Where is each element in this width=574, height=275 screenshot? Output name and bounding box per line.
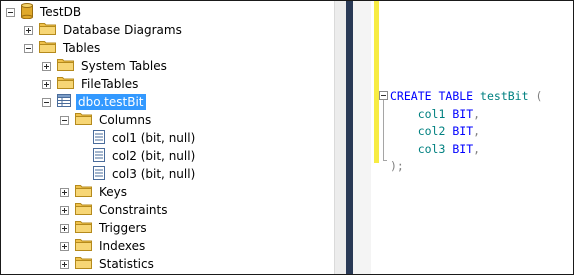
table-icon — [57, 94, 71, 110]
open-paren: ( — [535, 89, 543, 103]
folder-icon — [75, 238, 92, 254]
column-icon — [93, 147, 105, 165]
folder-icon — [75, 202, 92, 218]
tree-label-filetables: FileTables — [81, 77, 139, 91]
close-paren: ); — [390, 159, 404, 173]
folder-icon — [75, 220, 92, 236]
tree-node-column[interactable]: col1 (bit, null) — [78, 129, 197, 147]
collapse-toggle[interactable] — [42, 97, 51, 107]
code-line: col3 BIT, — [390, 141, 542, 159]
query-editor[interactable]: CREATE TABLE testBit ( col1 BIT, col2 BI… — [353, 1, 573, 274]
fold-collapse-icon[interactable] — [379, 91, 388, 100]
collapse-toggle[interactable] — [6, 7, 15, 17]
tree-label-indexes: Indexes — [99, 239, 146, 253]
editor-gutter — [353, 1, 371, 274]
expand-toggle[interactable] — [60, 223, 69, 233]
code-block[interactable]: CREATE TABLE testBit ( col1 BIT, col2 BI… — [390, 88, 542, 176]
expand-toggle[interactable] — [60, 187, 69, 197]
code-line: col1 BIT, — [390, 106, 542, 124]
folder-icon — [39, 40, 56, 56]
tree-label-table-testbit: dbo.testBit — [76, 94, 146, 110]
tree-label-constraints: Constraints — [99, 203, 168, 217]
tree-node-database[interactable]: TestDB — [6, 2, 83, 22]
tree-label-triggers: Triggers — [99, 221, 147, 235]
expand-toggle[interactable] — [42, 61, 51, 71]
folder-icon — [39, 22, 56, 38]
folder-icon — [57, 58, 74, 74]
tree-label-column: col2 (bit, null) — [112, 149, 196, 163]
object-explorer-tree[interactable]: TestDB Database Diagrams Tables System T… — [1, 1, 334, 274]
expand-toggle[interactable] — [24, 25, 33, 35]
folder-icon — [57, 76, 74, 92]
tree-label-keys: Keys — [99, 185, 128, 199]
tree-node-triggers[interactable]: Triggers — [60, 219, 149, 237]
tree-node-database-diagrams[interactable]: Database Diagrams — [24, 21, 184, 39]
tree-node-constraints[interactable]: Constraints — [60, 201, 169, 219]
tree-node-statistics[interactable]: Statistics — [60, 255, 156, 273]
table-identifier: testBit — [480, 89, 529, 103]
folder-icon — [75, 256, 92, 272]
expand-toggle[interactable] — [60, 259, 69, 269]
folder-icon — [75, 112, 92, 128]
tree-node-keys[interactable]: Keys — [60, 183, 129, 201]
expand-toggle[interactable] — [60, 205, 69, 215]
tree-node-filetables[interactable]: FileTables — [42, 75, 140, 93]
folder-icon — [75, 184, 92, 200]
column-separator: , — [473, 124, 481, 138]
column-icon — [93, 129, 105, 147]
tree-node-column[interactable]: col2 (bit, null) — [78, 147, 197, 165]
column-type: BIT — [452, 124, 474, 138]
code-line: CREATE TABLE testBit ( — [390, 88, 542, 106]
tree-label-column: col1 (bit, null) — [112, 131, 196, 145]
change-tracking-marker — [374, 1, 379, 163]
tree-label-system-tables: System Tables — [81, 59, 167, 73]
tree-node-system-tables[interactable]: System Tables — [42, 57, 169, 75]
tree-label-database: TestDB — [40, 5, 82, 19]
tree-label-database-diagrams: Database Diagrams — [63, 23, 182, 37]
tree-node-indexes[interactable]: Indexes — [60, 237, 147, 255]
fold-guide-end — [383, 160, 387, 161]
tree-node-tables[interactable]: Tables — [24, 39, 102, 57]
tree-node-column[interactable]: col3 (bit, null) — [78, 165, 197, 183]
column-identifier: col3 — [417, 141, 446, 156]
column-identifier: col2 — [417, 124, 446, 138]
collapse-toggle[interactable] — [24, 43, 33, 53]
column-type: BIT — [452, 106, 474, 121]
tree-node-columns[interactable]: Columns — [60, 111, 153, 129]
window-divider — [346, 1, 353, 274]
screenshot-frame: TestDB Database Diagrams Tables System T… — [0, 0, 574, 275]
code-line: col2 BIT, — [390, 123, 542, 141]
tree-node-table-testbit[interactable]: dbo.testBit — [42, 93, 146, 111]
fold-guide — [383, 100, 384, 161]
column-icon — [93, 165, 105, 183]
expand-toggle[interactable] — [42, 79, 51, 89]
keyword-table: TABLE — [438, 89, 474, 103]
column-identifier: col1 — [417, 106, 446, 121]
column-separator: , — [473, 141, 481, 156]
expand-toggle[interactable] — [60, 241, 69, 251]
column-type: BIT — [452, 141, 474, 156]
tree-label-column: col3 (bit, null) — [112, 167, 196, 181]
tree-label-statistics: Statistics — [99, 257, 154, 271]
tree-label-tables: Tables — [63, 41, 101, 55]
collapse-toggle[interactable] — [60, 115, 69, 125]
column-separator: , — [473, 106, 481, 121]
tree-label-columns: Columns — [99, 113, 152, 127]
keyword-create: CREATE — [390, 89, 432, 103]
code-line: ); — [390, 158, 542, 176]
database-icon — [21, 2, 33, 22]
